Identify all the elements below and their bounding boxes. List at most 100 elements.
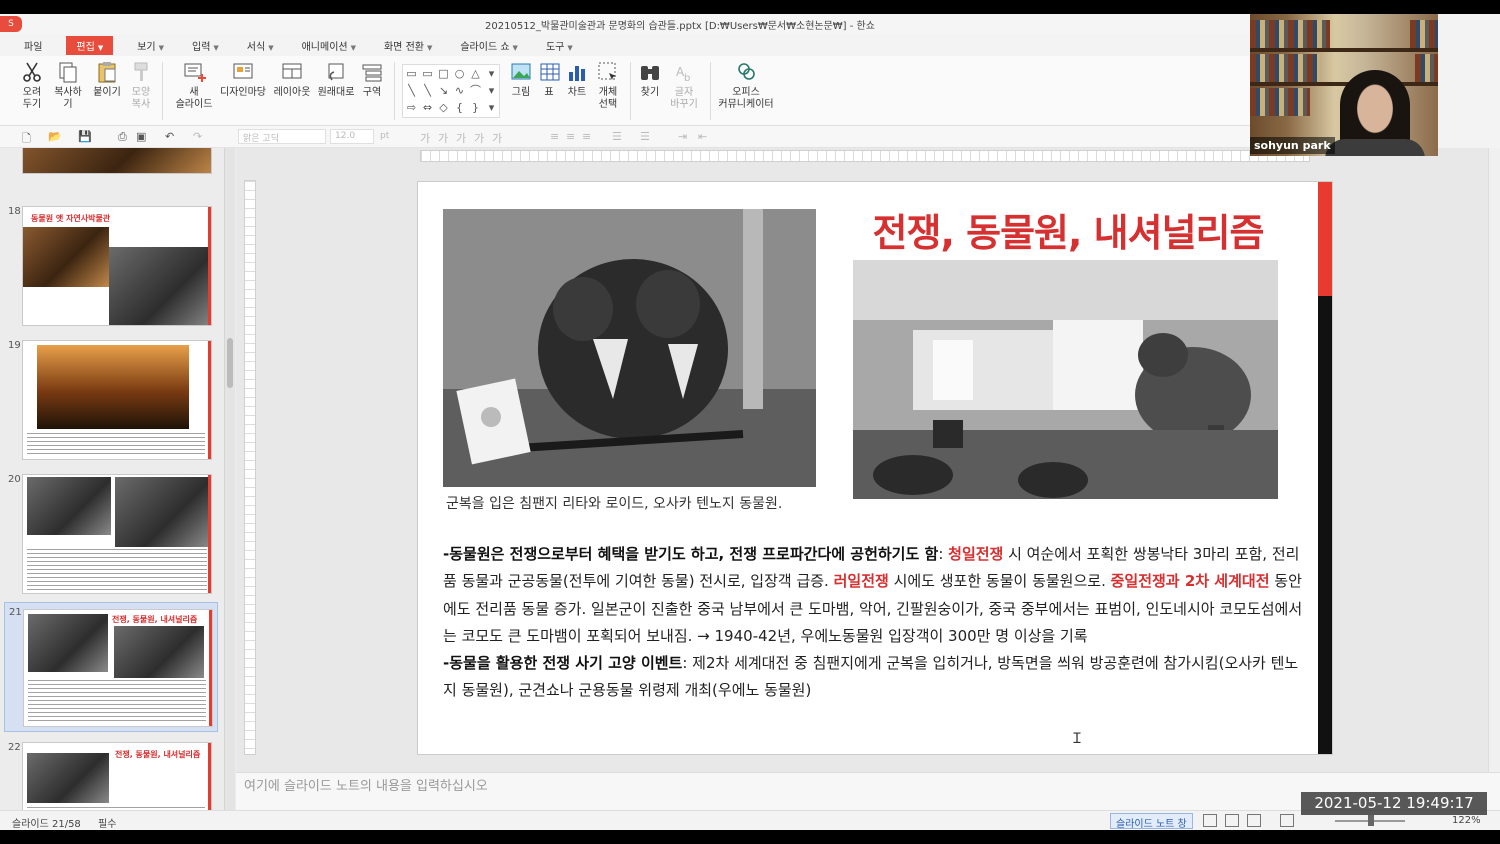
slide-number: 18: [8, 206, 21, 217]
shape-cube-icon[interactable]: ◇: [437, 101, 450, 114]
normal-view-icon[interactable]: [1203, 814, 1217, 827]
align-center-icon[interactable]: ≡: [566, 130, 575, 143]
reading-view-icon[interactable]: [1247, 814, 1261, 827]
outdent-icon[interactable]: ⇤: [698, 130, 707, 143]
shape-more-icon[interactable]: ▾: [485, 101, 498, 114]
table-button[interactable]: 표: [538, 60, 560, 99]
slide-thumbnail-item-selected[interactable]: 21 전쟁, 동물원, 내셔널리즘: [4, 602, 218, 732]
slide-thumbnail[interactable]: [22, 474, 212, 594]
find-button[interactable]: 찾기: [638, 60, 662, 99]
fit-window-icon[interactable]: [1280, 814, 1294, 827]
photo-caption[interactable]: 군복을 입은 침팬지 리타와 로이드, 오사카 텐노지 동물원.: [446, 493, 782, 513]
shape-line-icon[interactable]: ╲: [421, 84, 434, 97]
thumbnail-accent: [208, 341, 211, 459]
layout-button[interactable]: 레이아웃: [272, 60, 312, 99]
strike-icon[interactable]: 가: [474, 130, 484, 146]
paste-button[interactable]: 붙이기: [92, 60, 122, 99]
slide-title[interactable]: 전쟁, 동물원, 내셔널리즘: [838, 202, 1298, 257]
slide-number: 19: [8, 340, 21, 351]
undo-icon[interactable]: ↶: [165, 130, 174, 143]
shape-arrow-icon[interactable]: ↘: [437, 84, 450, 97]
notes-placeholder[interactable]: 여기에 슬라이드 노트의 내용을 입력하십시오: [244, 775, 488, 794]
menu-slideshow[interactable]: 슬라이드 쇼 ▼: [456, 36, 522, 55]
shapes-gallery[interactable]: ▭ ▭ □ ○ △ ▾ ╲ ╲ ↘ ∿ ⌒ ▾ ⇨ ⇔ ◇ { } ▾: [402, 64, 500, 118]
slide-thumbnail[interactable]: 전쟁, 동물원, 내셔널리즘: [22, 742, 212, 810]
shape-freeform-icon[interactable]: ⌒: [469, 84, 482, 97]
shape-arrow-both-icon[interactable]: ⇔: [421, 101, 434, 114]
shape-textbox-icon[interactable]: ▭: [405, 67, 418, 80]
open-folder-icon[interactable]: 📂: [48, 130, 62, 143]
print-icon[interactable]: ⎙: [118, 130, 127, 144]
slide-thumbnail-item[interactable]: 20: [4, 470, 218, 600]
shape-brace-icon[interactable]: }: [469, 101, 482, 114]
menu-file[interactable]: 파일: [20, 36, 46, 55]
panel-scrollbar[interactable]: [224, 148, 235, 810]
slide-thumbnail-item[interactable]: 18 동물원 앳 자연사박물관: [4, 202, 218, 332]
format-copy-button[interactable]: 모양 복사: [128, 60, 154, 111]
shape-more-icon[interactable]: ▾: [485, 84, 498, 97]
menu-format[interactable]: 서식 ▼: [243, 36, 278, 55]
slide-thumbnail-item[interactable]: 19: [4, 336, 218, 466]
menu-animation[interactable]: 애니메이션 ▼: [298, 36, 360, 55]
save-icon[interactable]: 💾: [78, 130, 92, 143]
shape-ellipse-icon[interactable]: ○: [453, 67, 466, 80]
menu-edit[interactable]: 편집 ▼: [66, 35, 114, 55]
notes-pane-toggle[interactable]: 슬라이드 노트 창: [1110, 813, 1193, 830]
chart-button[interactable]: 차트: [564, 60, 590, 99]
slide-thumbnail[interactable]: [22, 340, 212, 460]
office-communicator-button[interactable]: 오피스 커뮤니케이터: [718, 60, 774, 111]
zoom-slider-handle[interactable]: [1368, 815, 1374, 826]
shape-curve-icon[interactable]: ∿: [453, 84, 466, 97]
shape-textbox-icon[interactable]: ▭: [421, 67, 434, 80]
horizontal-ruler: [420, 150, 1310, 162]
picture-button[interactable]: 그림: [508, 60, 534, 99]
bullet-list-icon[interactable]: ☰: [612, 130, 622, 143]
slide-number: 21: [9, 607, 22, 618]
new-document-icon[interactable]: 🗋: [22, 130, 31, 149]
scrollbar-thumb[interactable]: [227, 338, 233, 388]
zoom-level[interactable]: 122%: [1452, 815, 1481, 826]
current-slide[interactable]: 전쟁, 동물원, 내셔널리즘 군복을 입은 침팬지 리타와 로이드, 오사카 텐…: [418, 182, 1332, 754]
elephant-photo-art: [853, 260, 1278, 499]
align-left-icon[interactable]: ≡: [550, 130, 559, 143]
numbered-list-icon[interactable]: ☰: [640, 130, 650, 143]
shape-line-icon[interactable]: ╲: [405, 84, 418, 97]
menu-insert[interactable]: 입력 ▼: [188, 36, 223, 55]
menu-tools[interactable]: 도구 ▼: [542, 36, 577, 55]
slide-body-text[interactable]: -동물원은 전쟁으로부터 혜택을 받기도 하고, 전쟁 프로파간다에 공헌하기도…: [443, 541, 1308, 705]
thumbnail-title: 전쟁, 동물원, 내셔널리즘: [112, 615, 198, 624]
cut-button[interactable]: 오려 두기: [18, 60, 46, 111]
underline-icon[interactable]: 가: [456, 130, 466, 146]
italic-icon[interactable]: 가: [438, 130, 448, 146]
menu-view[interactable]: 보기 ▼: [133, 36, 168, 55]
slide-thumbnail[interactable]: 전쟁, 동물원, 내셔널리즘: [23, 609, 213, 727]
copy-button[interactable]: 복사하기: [50, 60, 86, 111]
font-name-field[interactable]: 맑은 고딕: [238, 129, 326, 144]
select-object-button[interactable]: 개체 선택: [594, 60, 622, 111]
align-right-icon[interactable]: ≡: [582, 130, 591, 143]
text-replace-button[interactable]: Ab 글자 바꾸기: [668, 60, 700, 111]
slide-thumbnail[interactable]: 동물원 앳 자연사박물관: [22, 206, 212, 326]
redo-icon[interactable]: ↷: [193, 130, 202, 143]
design-wizard-button[interactable]: 디자인마당: [220, 60, 266, 99]
slide-thumbnail[interactable]: [22, 148, 212, 174]
shape-more-icon[interactable]: ▾: [485, 67, 498, 80]
shape-arrow-right-icon[interactable]: ⇨: [405, 101, 418, 114]
editor-scrollbar[interactable]: [1488, 148, 1500, 772]
shape-rectangle-icon[interactable]: □: [437, 67, 450, 80]
shape-brace-icon[interactable]: {: [453, 101, 466, 114]
slide-thumbnail-item[interactable]: 22 전쟁, 동물원, 내셔널리즘: [4, 738, 218, 810]
preview-icon[interactable]: ▣: [136, 130, 146, 143]
new-slide-button[interactable]: 새 슬라이드: [172, 60, 216, 111]
elephant-photo[interactable]: [853, 260, 1278, 499]
font-size-field[interactable]: 12.0: [330, 129, 374, 144]
revert-button[interactable]: 원래대로: [316, 60, 356, 99]
menu-transition[interactable]: 화면 전환 ▼: [380, 36, 436, 55]
indent-icon[interactable]: ⇥: [678, 130, 687, 143]
shape-triangle-icon[interactable]: △: [469, 67, 482, 80]
bold-icon[interactable]: 가: [420, 130, 430, 146]
shadow-icon[interactable]: 가: [492, 130, 502, 146]
chimpanzee-photo[interactable]: [443, 209, 816, 487]
slide-sorter-icon[interactable]: [1225, 814, 1239, 827]
section-button[interactable]: 구역: [360, 60, 384, 99]
